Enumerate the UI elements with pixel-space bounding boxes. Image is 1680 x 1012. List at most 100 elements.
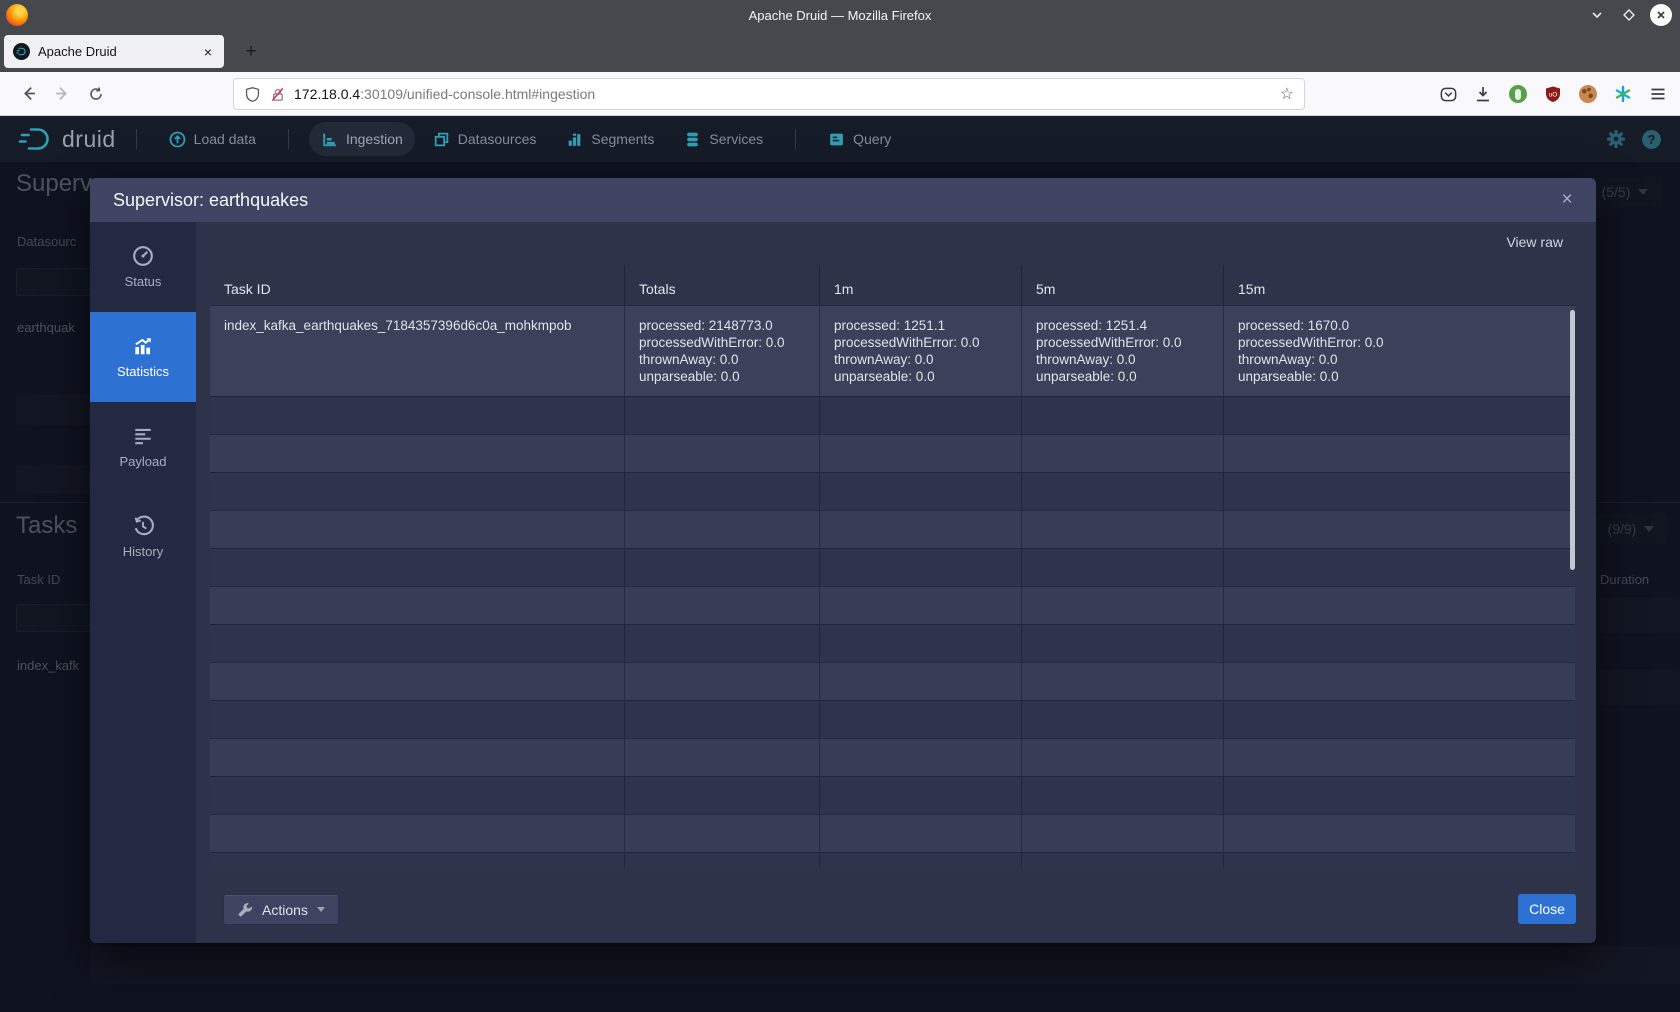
close-button[interactable]: Close <box>1518 894 1576 924</box>
empty-cell <box>820 625 1022 662</box>
table-header-row: Task ID Totals 1m 5m 15m <box>210 265 1575 305</box>
nav-datasources-label: Datasources <box>458 131 537 147</box>
nav-segments[interactable]: Segments <box>554 122 666 156</box>
empty-cell <box>210 625 625 662</box>
align-left-icon <box>132 425 154 447</box>
empty-cell <box>625 549 820 586</box>
settings-gear-icon[interactable] <box>1606 129 1626 149</box>
empty-cell <box>1022 473 1224 510</box>
dialog-title: Supervisor: earthquakes <box>113 190 308 211</box>
cell-totals: processed: 2148773.0processedWithError: … <box>625 306 820 396</box>
empty-cell <box>210 397 625 434</box>
nav-load-data-label: Load data <box>194 131 256 147</box>
bookmark-star-icon[interactable]: ☆ <box>1280 84 1294 104</box>
table-row-empty <box>210 586 1575 624</box>
window-titlebar: Apache Druid — Mozilla Firefox <box>0 0 1680 30</box>
nav-segments-label: Segments <box>591 131 654 147</box>
nav-datasources[interactable]: Datasources <box>421 122 549 156</box>
empty-cell <box>625 739 820 776</box>
supervisor-dialog: Supervisor: earthquakes × Status Statist… <box>90 178 1596 943</box>
downloads-icon[interactable] <box>1473 84 1493 104</box>
empty-cell <box>1022 549 1224 586</box>
window-close-button[interactable] <box>1650 4 1672 26</box>
col-1m: 1m <box>820 265 1022 305</box>
table-row-empty <box>210 852 1575 868</box>
table-row-empty <box>210 662 1575 700</box>
empty-cell <box>820 739 1022 776</box>
nav-query[interactable]: Query <box>816 122 903 156</box>
empty-cell <box>625 587 820 624</box>
view-raw-link[interactable]: View raw <box>1506 234 1563 250</box>
dialog-close-icon[interactable]: × <box>1556 189 1578 211</box>
tab-payload[interactable]: Payload <box>90 402 196 492</box>
druid-favicon-icon <box>13 43 30 60</box>
empty-cell <box>1224 549 1575 586</box>
empty-cell <box>210 701 625 738</box>
table-row-empty <box>210 814 1575 852</box>
empty-cell <box>625 473 820 510</box>
wrench-icon <box>237 902 253 918</box>
empty-cell <box>210 549 625 586</box>
navbar-separator <box>288 129 289 149</box>
empty-cell <box>820 435 1022 472</box>
table-row-empty <box>210 548 1575 586</box>
privacy-badger-icon[interactable] <box>1508 84 1528 104</box>
close-button-label: Close <box>1529 901 1565 917</box>
empty-cell <box>210 473 625 510</box>
empty-cell <box>1022 435 1224 472</box>
table-row-empty <box>210 434 1575 472</box>
empty-cell <box>625 625 820 662</box>
forward-button[interactable] <box>48 80 76 108</box>
empty-cell <box>1224 587 1575 624</box>
nav-services[interactable]: Services <box>672 122 775 156</box>
table-row-empty <box>210 776 1575 814</box>
window-maximize-button[interactable] <box>1618 4 1640 26</box>
empty-cell <box>625 815 820 852</box>
actions-button[interactable]: Actions <box>223 894 339 925</box>
browser-toolbar: 172.18.0.4:30109/unified-console.html#in… <box>0 72 1680 116</box>
empty-cell <box>1224 397 1575 434</box>
empty-cell <box>210 777 625 814</box>
cell-5m: processed: 1251.4processedWithError: 0.0… <box>1022 306 1224 396</box>
cell-1m: processed: 1251.1processedWithError: 0.0… <box>820 306 1022 396</box>
empty-cell <box>210 815 625 852</box>
nav-load-data[interactable]: Load data <box>157 122 268 156</box>
menu-hamburger-icon[interactable] <box>1648 84 1668 104</box>
cookie-extension-icon[interactable] <box>1578 84 1598 104</box>
url-bar[interactable]: 172.18.0.4:30109/unified-console.html#in… <box>233 78 1305 110</box>
diamond-icon <box>1622 8 1636 22</box>
asterisk-extension-icon[interactable] <box>1613 84 1633 104</box>
cell-task-id: index_kafka_earthquakes_7184357396d6c0a_… <box>210 306 625 396</box>
tab-history[interactable]: History <box>90 492 196 582</box>
query-icon <box>828 131 845 148</box>
nav-ingestion[interactable]: Ingestion <box>309 122 415 156</box>
reload-button[interactable] <box>82 80 110 108</box>
url-host: 172.18.0.4 <box>294 86 360 102</box>
empty-cell <box>625 663 820 700</box>
empty-cell <box>1224 853 1575 868</box>
tab-status[interactable]: Status <box>90 222 196 312</box>
tab-payload-label: Payload <box>120 454 167 469</box>
druid-brand-label: druid <box>62 126 116 153</box>
actions-button-label: Actions <box>262 902 308 918</box>
empty-cell <box>820 587 1022 624</box>
ublock-origin-icon[interactable]: uO <box>1543 84 1563 104</box>
tab-status-label: Status <box>125 274 162 289</box>
druid-logo-icon <box>18 125 56 153</box>
url-text: 172.18.0.4:30109/unified-console.html#in… <box>294 86 595 102</box>
table-scrollbar[interactable] <box>1570 310 1575 570</box>
empty-cell <box>210 587 625 624</box>
help-icon[interactable]: ? <box>1641 129 1662 150</box>
tab-statistics[interactable]: Statistics <box>90 312 196 402</box>
tab-apache-druid[interactable]: Apache Druid × <box>4 35 224 68</box>
window-minimize-button[interactable] <box>1586 4 1608 26</box>
empty-cell <box>1224 701 1575 738</box>
new-tab-button[interactable]: + <box>240 41 262 63</box>
back-button[interactable] <box>14 80 42 108</box>
tab-title: Apache Druid <box>38 44 201 59</box>
badger-glyph <box>1509 85 1527 103</box>
back-arrow-icon <box>20 85 37 102</box>
druid-brand[interactable]: druid <box>18 125 116 153</box>
pocket-icon[interactable] <box>1438 84 1458 104</box>
tab-close-button[interactable]: × <box>201 44 215 60</box>
